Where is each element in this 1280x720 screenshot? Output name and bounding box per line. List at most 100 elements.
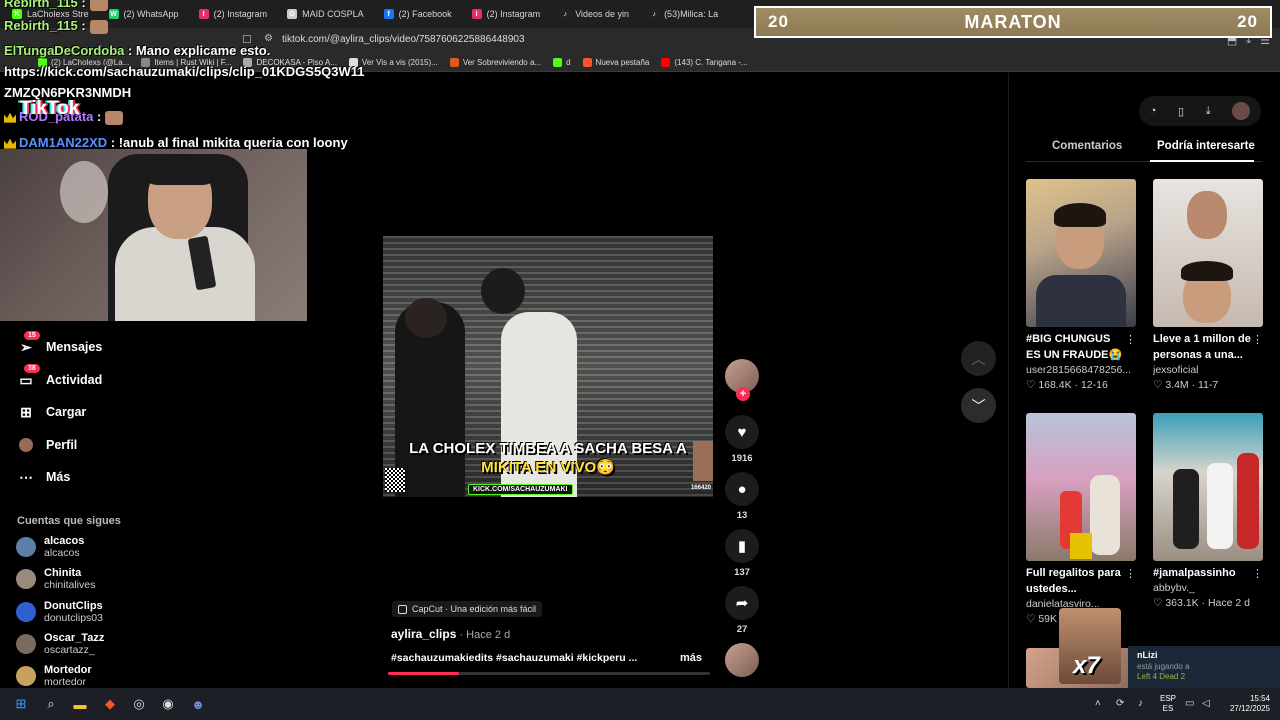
system-clock[interactable]: 15:54 27/12/2025 — [1226, 694, 1270, 714]
search-icon[interactable]: ⌕ — [43, 696, 59, 712]
sidebar-item-mensajes[interactable]: ➢ 15 Mensajes — [18, 331, 103, 355]
capcut-link[interactable]: CapCut · Una edición más fácil — [392, 601, 543, 617]
inbox-icon: ▭ 38 — [18, 364, 40, 388]
comment-icon: ● — [725, 472, 759, 506]
author-name[interactable]: aylira_clips — [391, 627, 456, 641]
thumbnail-adult — [1090, 475, 1120, 555]
suggested-video-card[interactable]: Lleve a 1 millon de personas a una... je… — [1153, 179, 1263, 393]
browser-tab[interactable]: ♪ Videos de yin — [552, 3, 637, 25]
brave-browser-icon[interactable]: ◆ — [102, 696, 118, 712]
followed-account[interactable]: Oscar_Tazz oscartazz_ — [16, 632, 104, 656]
webcam-overlay — [0, 149, 307, 321]
discord-icon[interactable]: ☻ — [190, 696, 206, 712]
tab-comentarios[interactable]: Comentarios — [1052, 140, 1122, 152]
account-text: Chinita chinitalives — [44, 567, 95, 591]
video-player[interactable]: LA CHOLEX TIMBEA A SACHA BESA A MIKITA E… — [383, 236, 713, 497]
comment-button[interactable]: ● 13 — [724, 472, 760, 521]
card-meta: ♡ 168.4K · 12-16 — [1026, 379, 1108, 391]
share-button[interactable]: ➦ 27 — [724, 586, 760, 635]
more-options-icon[interactable]: ⋮ — [1252, 333, 1263, 346]
url-text[interactable]: tiktok.com/@aylira_clips/video/758760622… — [282, 34, 525, 45]
windows-start-icon[interactable]: ⊞ — [13, 696, 29, 712]
bookmark-label: d — [566, 58, 571, 67]
more-options-icon[interactable]: ⋮ — [1125, 567, 1136, 580]
sound-avatar-button[interactable] — [724, 643, 760, 677]
follow-plus-icon[interactable]: + — [736, 387, 750, 401]
browser-tab[interactable]: W (2) WhatsApp — [101, 3, 187, 25]
maraton-left-count: 20 — [768, 12, 789, 31]
profile-avatar[interactable] — [1232, 102, 1251, 120]
browser-tab[interactable]: ♪ (53)Milica: La — [641, 3, 726, 25]
followed-account[interactable]: alcacos alcacos — [16, 535, 84, 559]
thumbnail-body — [1036, 275, 1126, 327]
thumbnail-person — [1237, 453, 1259, 549]
emote-icon — [105, 110, 124, 125]
tab-podria-interesarte[interactable]: Podría interesarte — [1157, 140, 1255, 152]
gauge-icon[interactable]: ◔ — [1150, 105, 1157, 117]
next-video-button[interactable]: ﹀ — [961, 388, 996, 423]
save-count: 137 — [734, 567, 750, 578]
sidebar-item-cargar[interactable]: ⊞ Cargar — [18, 404, 86, 420]
previous-video-button[interactable]: ︿ — [961, 341, 996, 376]
like-button[interactable]: ♥ 1916 — [724, 415, 760, 464]
bookmark-item[interactable]: Ver Sobreviviendo a... — [449, 58, 541, 67]
post-time: · Hace 2 d — [456, 629, 511, 641]
chevron-up-icon[interactable]: ˄ — [1095, 698, 1101, 709]
webcam-plush — [60, 161, 108, 223]
sidebar-item-label: Mensajes — [46, 340, 103, 354]
account-text: alcacos alcacos — [44, 535, 84, 559]
capcut-label: CapCut · Una edición más fácil — [412, 604, 537, 614]
file-explorer-icon[interactable]: ▬ — [72, 696, 88, 712]
video-progress-bar[interactable] — [388, 672, 710, 675]
tab-label: MAID COSPLA — [302, 9, 364, 19]
tiktok-logo[interactable]: TikTok — [20, 98, 79, 120]
video-description[interactable]: #sachauzumakiedits #sachauzumaki #kickpe… — [391, 652, 637, 664]
bookmark-item[interactable]: Nueva pestaña — [582, 58, 650, 67]
sync-icon[interactable]: ⟳ — [1116, 698, 1124, 709]
sidebar-item-actividad[interactable]: ▭ 38 Actividad — [18, 364, 102, 388]
plus-square-icon: ⊞ — [20, 403, 32, 420]
more-options-icon[interactable]: ⋮ — [1125, 333, 1136, 346]
share-arrow-icon: ➦ — [725, 586, 759, 620]
volume-icon[interactable]: ◁ — [1202, 698, 1210, 709]
bookmark-item[interactable]: d — [553, 58, 571, 67]
x7-overlay: x7 — [1059, 608, 1121, 684]
download-icon[interactable]: ⤓ — [1206, 105, 1211, 118]
browser-tab[interactable]: I (2) Instagram — [464, 3, 549, 25]
network-icon[interactable]: ▭ — [1185, 698, 1194, 709]
game-notification[interactable]: nLizi está jugando a Left 4 Dead 2 — [1128, 646, 1280, 688]
followed-account[interactable]: Mortedor mortedor — [16, 664, 92, 688]
webcam-streamer-body — [115, 227, 255, 321]
following-heading: Cuentas que sigues — [17, 515, 121, 527]
obs-icon[interactable]: ◎ — [131, 696, 147, 712]
microphone-icon[interactable]: ♪ — [1138, 698, 1143, 709]
qr-code-icon — [385, 468, 405, 492]
sidebar-item-mas[interactable]: ⋯ Más — [18, 469, 70, 485]
card-user: jexsoficial — [1153, 364, 1199, 376]
bookmark-label: Nueva pestaña — [595, 58, 650, 67]
video-thumbnail — [1153, 179, 1263, 327]
account-text: Mortedor mortedor — [44, 664, 92, 688]
bookmark-item[interactable]: (143) C. Tangana -... — [661, 58, 748, 67]
language-indicator[interactable]: ESP ES — [1160, 694, 1176, 714]
phone-icon[interactable]: ▯ — [1178, 105, 1184, 118]
video-progress-fill — [388, 672, 459, 675]
followed-account[interactable]: Chinita chinitalives — [16, 567, 95, 591]
suggested-video-card[interactable]: #BIG CHUNGUS ES UN FRAUDE😭 user281566847… — [1026, 179, 1136, 393]
browser-tab[interactable]: I (2) Instagram — [191, 3, 276, 25]
more-link[interactable]: más — [680, 652, 702, 664]
save-button[interactable]: ▮ 137 — [724, 529, 760, 578]
account-text: DonutClips donutclips03 — [44, 600, 103, 624]
suggested-video-card[interactable]: Full regalitos para ustedes... danielata… — [1026, 413, 1136, 627]
creator-avatar-button[interactable]: + — [724, 359, 760, 401]
followed-account[interactable]: DonutClips donutclips03 — [16, 600, 103, 624]
browser-tab[interactable]: f (2) Facebook — [376, 3, 460, 25]
thumbnail-gift — [1070, 533, 1092, 559]
suggested-video-card[interactable]: #jamalpassinho abbybv._ ♡ 363.1K · Hace … — [1153, 413, 1263, 611]
more-options-icon[interactable]: ⋮ — [1252, 567, 1263, 580]
browser-tab[interactable]: G MAID COSPLA — [279, 3, 372, 25]
sidebar-item-perfil[interactable]: Perfil — [18, 437, 77, 453]
steam-icon[interactable]: ◉ — [160, 696, 176, 712]
thumbnail-hair — [1054, 203, 1106, 227]
heart-icon: ♥ — [725, 415, 759, 449]
